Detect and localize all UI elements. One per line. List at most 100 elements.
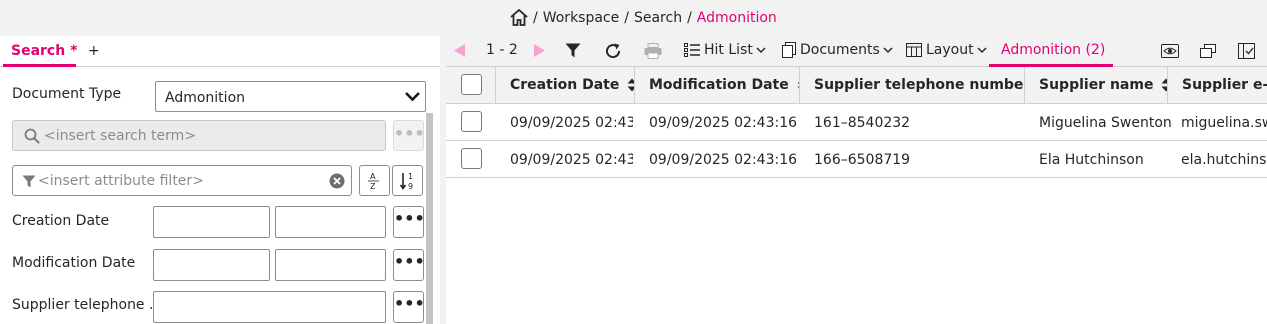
creation-date-to-input[interactable] [275,206,386,238]
documents-menu[interactable]: Documents [782,42,893,58]
attribute-filter-placeholder: <insert attribute filter> [38,173,204,189]
breadcrumb-search[interactable]: Search [634,10,682,26]
results-panel: 1 - 2 Hit List Documents Layout Admoniti… [446,36,1267,324]
breadcrumb-workspace[interactable]: Workspace [543,10,620,26]
search-panel: Search * + Document Type Admonition <ins… [0,36,440,324]
modification-date-from-input[interactable] [153,249,270,281]
new-window-button[interactable] [1200,44,1216,58]
cell-supplier-telephone: 166–6508719 [814,152,911,168]
layout-icon [906,43,922,57]
row-checkbox[interactable] [461,148,482,169]
list-icon [684,42,700,57]
hit-list-menu[interactable]: Hit List [684,42,766,58]
svg-text:9: 9 [408,182,413,191]
hit-list-label: Hit List [704,42,753,58]
checklist-button[interactable] [1238,43,1255,59]
home-icon[interactable] [510,9,528,26]
supplier-telephone-options-button[interactable]: ••• [393,291,425,323]
table-row[interactable]: 09/09/2025 02:43:16 09/09/2025 02:43:16 … [446,141,1267,178]
documents-label: Documents [800,42,880,58]
table-header: Creation Date Modification Date Supplier… [446,67,1267,104]
modification-date-label: Modification Date [12,255,136,271]
breadcrumb-current: Admonition [696,9,777,26]
search-term-placeholder: <insert search term> [44,128,197,144]
column-header-supplier-email[interactable]: Supplier e-mail [1168,67,1267,104]
creation-date-label: Creation Date [12,213,110,229]
column-label: Supplier telephone number [814,77,1025,93]
cell-creation-date: 09/09/2025 02:43:16 [510,115,633,131]
cell-supplier-name: Ela Hutchinson [1039,152,1144,168]
chevron-down-icon [883,46,893,53]
supplier-telephone-input[interactable] [153,291,386,323]
creation-date-options-button[interactable]: ••• [393,206,425,238]
cell-modification-date: 09/09/2025 02:43:16 [649,115,797,131]
table-row[interactable]: 09/09/2025 02:43:16 09/09/2025 02:43:16 … [446,104,1267,141]
row-checkbox[interactable] [461,111,482,132]
column-header-creation-date[interactable]: Creation Date [496,67,635,104]
checklist-icon [1238,43,1255,59]
next-page-button[interactable] [533,43,546,58]
search-tabs: Search * + [0,36,440,67]
sort-az-icon: A Z [368,172,379,191]
triangle-right-icon [534,44,545,57]
search-options-button[interactable]: ••• [393,120,425,151]
document-type-label: Document Type [12,86,122,102]
column-header-supplier-telephone[interactable]: Supplier telephone number [800,67,1025,104]
chevron-down-icon [756,46,766,53]
results-toolbar: 1 - 2 Hit List Documents Layout Admoniti… [446,36,1267,67]
print-icon [644,43,662,59]
breadcrumb-separator: / [687,9,692,26]
select-all-cell [446,67,496,104]
preview-button[interactable] [1161,44,1179,58]
chevron-down-icon [977,46,987,53]
cell-creation-date: 09/09/2025 02:43:16 [510,152,633,168]
column-header-supplier-name[interactable]: Supplier name [1025,67,1168,104]
tab-search[interactable]: Search * [11,43,77,59]
document-type-value: Admonition [165,90,246,106]
modification-date-options-button[interactable]: ••• [393,249,425,281]
page-range: 1 - 2 [486,42,518,58]
breadcrumb-separator: / [533,9,538,26]
sort-numeric-icon: 1 9 [400,172,413,191]
attribute-filter-input[interactable]: <insert attribute filter> [12,165,352,196]
refresh-icon [606,43,621,59]
sort-icon [627,78,634,92]
supplier-telephone-label: Supplier telephone ... [12,297,163,313]
svg-text:Z: Z [370,182,376,191]
layout-label: Layout [926,42,974,58]
top-bar: / Workspace / Search / Admonition [0,0,1267,36]
sort-numeric-button[interactable]: 1 9 [392,165,423,196]
left-panel-scrollbar[interactable] [426,113,433,324]
cell-modification-date: 09/09/2025 02:43:16 [649,152,797,168]
column-label: Supplier e-mail [1182,77,1267,93]
search-term-input[interactable]: <insert search term> [12,120,386,151]
triangle-left-icon [454,44,465,57]
add-tab-button[interactable]: + [88,43,100,59]
cell-supplier-telephone: 161–8540232 [814,115,911,131]
eye-icon [1161,44,1179,58]
svg-text:1: 1 [408,172,413,181]
clear-icon[interactable] [329,173,345,189]
filter-button[interactable] [565,43,581,58]
sort-alphabetical-button[interactable]: A Z [359,165,390,196]
print-button[interactable] [644,43,662,59]
search-icon [24,128,40,144]
breadcrumb: / Workspace / Search / Admonition [510,9,777,26]
breadcrumb-separator: / [624,9,629,26]
cell-supplier-email: miguelina.swenton [1181,115,1267,131]
cell-supplier-email: ela.hutchinson [1181,152,1267,168]
select-all-checkbox[interactable] [461,74,482,95]
column-header-modification-date[interactable]: Modification Date [635,67,800,104]
modification-date-to-input[interactable] [275,249,386,281]
document-type-select[interactable]: Admonition [155,81,426,112]
column-label: Creation Date [510,77,620,93]
svg-text:A: A [370,172,376,181]
chevron-down-icon [405,92,420,102]
column-label: Modification Date [649,77,789,93]
refresh-button[interactable] [604,42,622,60]
layout-menu[interactable]: Layout [906,42,987,58]
tab-admonition[interactable]: Admonition (2) [1001,42,1105,58]
creation-date-from-input[interactable] [153,206,270,238]
column-label: Supplier name [1039,77,1154,93]
previous-page-button[interactable] [453,43,466,58]
